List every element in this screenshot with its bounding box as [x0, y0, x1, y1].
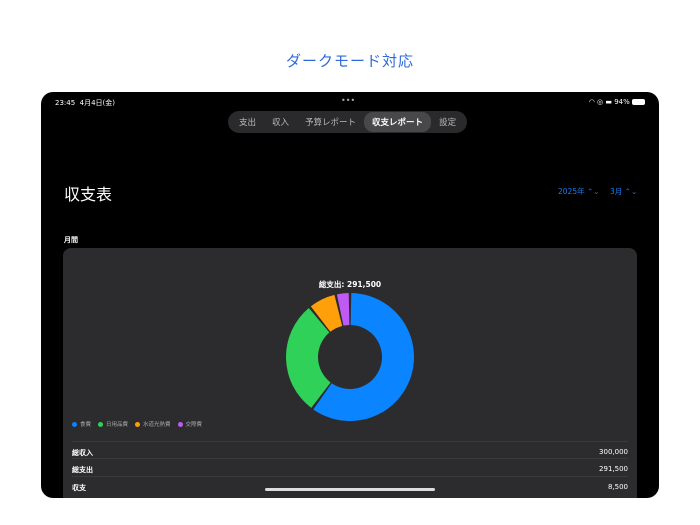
- year-selector[interactable]: 2025年 ⌃⌄: [558, 186, 600, 197]
- battery-level: 94%: [614, 98, 630, 106]
- legend-dot-icon: [98, 422, 104, 427]
- chart-legend: 食費 日用品費 水道光熱費 交際費: [72, 420, 202, 428]
- month-selector[interactable]: 3月 ⌃⌄: [610, 186, 637, 197]
- report-card: 総支出: 291,500 食費 日用品費 水道光熱費 交際費 総収入 300,000 総…: [63, 248, 637, 498]
- multitasking-dots-icon[interactable]: •••: [341, 96, 355, 105]
- summary-label: 収支: [72, 484, 86, 492]
- legend-item: 日用品費: [98, 420, 128, 428]
- summary-value: 8,500: [607, 483, 628, 491]
- legend-label: 日用品費: [106, 422, 129, 428]
- tab-expense[interactable]: 支出: [231, 112, 264, 132]
- summary-row-expense: 総支出 291,500: [72, 458, 628, 475]
- summary-row-income: 総収入 300,000: [72, 441, 628, 458]
- legend-item: 食費: [72, 420, 91, 428]
- donut-chart: [286, 293, 414, 421]
- legend-item: 水道光熱費: [135, 420, 171, 428]
- summary-label: 総支出: [72, 466, 93, 474]
- tab-budget-report[interactable]: 予算レポート: [297, 112, 364, 132]
- tab-balance-report[interactable]: 収支レポート: [364, 112, 432, 132]
- tab-income[interactable]: 収入: [264, 112, 297, 132]
- summary-value: 291,500: [599, 465, 628, 473]
- legend-dot-icon: [135, 422, 141, 427]
- legend-item: 交際費: [177, 420, 203, 428]
- tab-bar: 支出 収入 予算レポート 収支レポート 設定: [228, 111, 468, 133]
- total-expense-label: 総支出: 291,500: [318, 280, 382, 289]
- status-date: 4月4日(金): [79, 99, 116, 107]
- section-label: 月間: [64, 236, 78, 244]
- status-time: 23:45: [55, 99, 76, 107]
- legend-dot-icon: [177, 422, 183, 427]
- legend-label: 食費: [80, 422, 92, 428]
- legend-dot-icon: [72, 422, 77, 427]
- home-indicator[interactable]: [265, 488, 435, 491]
- caption: ダークモード対応: [285, 52, 414, 70]
- wifi-icon: ◠ ◎ ▬: [588, 98, 612, 106]
- legend-label: 水道光熱費: [143, 422, 171, 428]
- summary-value: 300,000: [599, 448, 628, 456]
- ipad-screen: 23:45 4月4日(金) ◠ ◎ ▬ 94% ••• 支出 収入 予算レポート…: [41, 92, 659, 498]
- tab-settings[interactable]: 設定: [431, 112, 464, 132]
- battery-icon: [632, 99, 645, 105]
- summary-label: 総収入: [72, 449, 93, 457]
- page-title: 収支表: [64, 185, 113, 204]
- legend-label: 交際費: [185, 422, 203, 428]
